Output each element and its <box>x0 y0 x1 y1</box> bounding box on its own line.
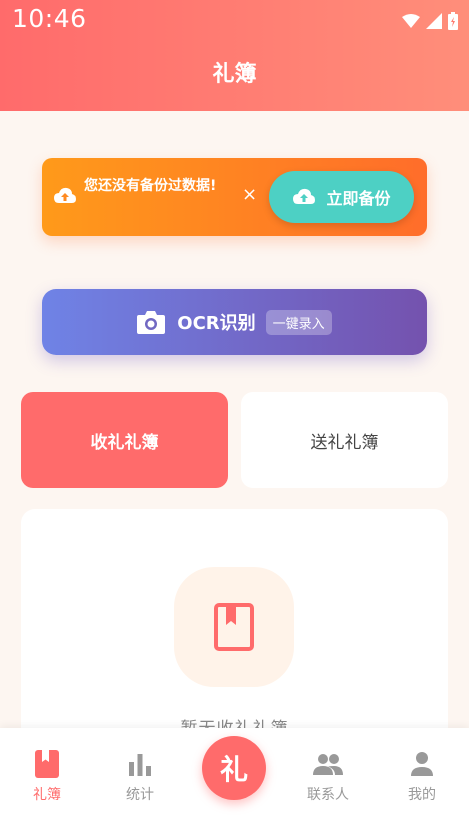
people-icon <box>313 754 343 775</box>
wifi-icon <box>402 14 420 28</box>
empty-state-illustration <box>174 567 294 687</box>
nav-contacts-label: 联系人 <box>307 787 349 803</box>
ocr-button[interactable]: OCR识别 一键录入 <box>42 289 427 355</box>
camera-icon <box>137 311 166 334</box>
nav-profile[interactable]: 我的 <box>382 748 462 804</box>
tab-send-ledger[interactable]: 送礼礼簿 <box>241 392 448 488</box>
bar-chart-icon <box>129 754 151 776</box>
bottom-nav: 礼簿 统计 礼 联系人 我的 <box>0 728 469 834</box>
center-action-button[interactable]: 礼 <box>202 736 266 800</box>
nav-profile-label: 我的 <box>408 787 436 803</box>
person-icon <box>411 752 433 776</box>
app-header: 10:46 礼簿 <box>0 0 469 111</box>
status-icons <box>402 12 458 30</box>
backup-message: 您还没有备份过数据! <box>84 178 217 194</box>
status-time: 10:46 <box>12 4 87 33</box>
cloud-upload-icon <box>54 187 76 203</box>
book-icon <box>214 603 254 651</box>
nav-contacts[interactable]: 联系人 <box>288 748 368 804</box>
cloud-upload-icon <box>293 188 316 204</box>
backup-now-button[interactable]: 立即备份 <box>269 171 414 223</box>
signal-icon <box>426 13 442 29</box>
nav-ledger-label: 礼簿 <box>33 787 61 803</box>
nav-stats-label: 统计 <box>126 787 154 803</box>
tab-receive-ledger[interactable]: 收礼礼簿 <box>21 392 228 488</box>
status-bar: 10:46 <box>12 4 458 36</box>
battery-icon <box>448 12 458 30</box>
ocr-label: OCR识别 <box>177 313 256 334</box>
close-icon[interactable]: × <box>242 184 257 205</box>
nav-ledger[interactable]: 礼簿 <box>7 748 87 804</box>
page-title: 礼簿 <box>212 62 257 87</box>
backup-banner: 您还没有备份过数据! × 立即备份 <box>42 158 427 236</box>
backup-now-label: 立即备份 <box>326 189 391 208</box>
ocr-badge: 一键录入 <box>265 309 332 335</box>
nav-stats[interactable]: 统计 <box>100 748 180 804</box>
book-icon <box>35 750 59 778</box>
